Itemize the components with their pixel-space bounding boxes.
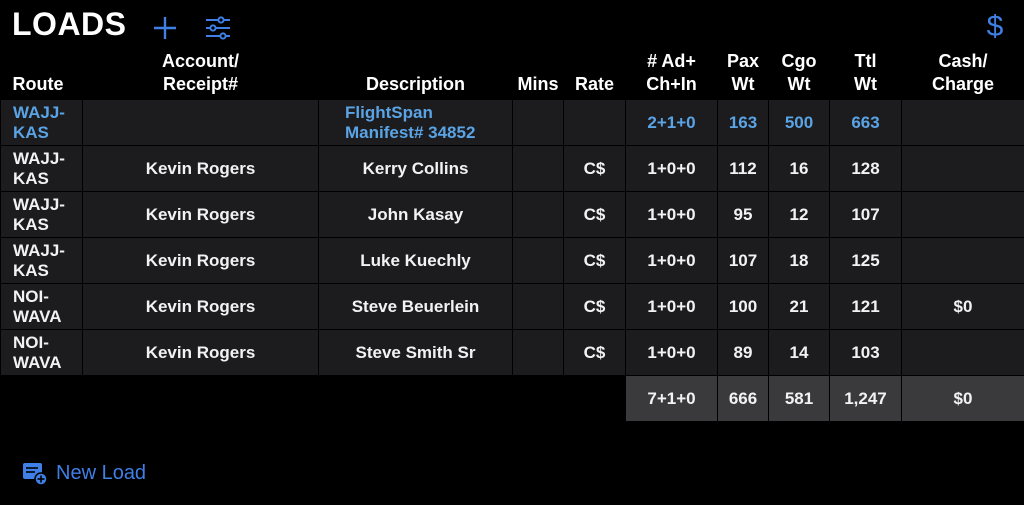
cell-description: Steve Beuerlein <box>318 283 513 330</box>
cell-rate: C$ <box>563 283 626 330</box>
table-row[interactable]: WAJJ- KAS FlightSpan Manifest# 34852 2+1+0 16… <box>0 99 1024 146</box>
cell-account: Kevin Rogers <box>82 329 319 376</box>
col-cgo-wt[interactable]: Cgo Wt <box>769 50 830 100</box>
cell-mins <box>512 237 564 284</box>
cell-count: 1+0+0 <box>625 145 718 192</box>
cell-rate: C$ <box>563 329 626 376</box>
cell-count: 1+0+0 <box>625 191 718 238</box>
cell-cash <box>901 329 1024 376</box>
plus-icon[interactable] <box>152 12 178 42</box>
cell-description: Steve Smith Sr <box>318 329 513 376</box>
cell-cash <box>901 237 1024 284</box>
cell-cash <box>901 191 1024 238</box>
cell-mins <box>512 283 564 330</box>
cell-ttl: 107 <box>829 191 902 238</box>
table-row[interactable]: WAJJ- KAS Kevin Rogers Kerry Collins C$ 1+0+0… <box>0 145 1024 192</box>
col-rate[interactable]: Rate <box>564 50 626 100</box>
cell-route: WAJJ- KAS <box>0 145 83 192</box>
cell-cgo: 18 <box>768 237 830 284</box>
cell-description: Luke Kuechly <box>318 237 513 284</box>
cell-rate: C$ <box>563 191 626 238</box>
cell-cgo: 500 <box>768 99 830 146</box>
cell-mins <box>512 329 564 376</box>
cell-route: NOI- WAVA <box>0 283 83 330</box>
col-mins[interactable]: Mins <box>513 50 564 100</box>
cell-cgo: 14 <box>768 329 830 376</box>
cell-pax: 163 <box>717 99 769 146</box>
new-load-button[interactable]: New Load <box>22 460 146 486</box>
cell-pax: 95 <box>717 191 769 238</box>
cell-route: WAJJ- KAS <box>0 99 83 146</box>
cell-pax: 107 <box>717 237 769 284</box>
cell-pax: 100 <box>717 283 769 330</box>
cell-mins <box>512 99 564 146</box>
cell-rate <box>563 99 626 146</box>
total-ttl-wt: 1,247 <box>829 375 902 422</box>
cell-count: 1+0+0 <box>625 329 718 376</box>
cell-description: Kerry Collins <box>318 145 513 192</box>
cell-description: FlightSpan Manifest# 34852 <box>318 99 513 146</box>
new-document-icon <box>23 463 48 486</box>
cell-account: Kevin Rogers <box>82 191 319 238</box>
col-route[interactable]: Route <box>1 50 83 100</box>
cell-rate: C$ <box>563 237 626 284</box>
cell-count: 1+0+0 <box>625 237 718 284</box>
cell-account: Kevin Rogers <box>82 145 319 192</box>
sliders-icon[interactable] <box>204 14 232 42</box>
totals-row: 7+1+0 666 581 1,247 $0 <box>0 375 1024 422</box>
cell-account: Kevin Rogers <box>82 283 319 330</box>
total-cgo-wt: 581 <box>768 375 830 422</box>
cell-account <box>82 99 319 146</box>
col-description[interactable]: Description <box>319 50 513 100</box>
cell-cgo: 21 <box>768 283 830 330</box>
col-count[interactable]: # Ad+ Ch+In <box>626 50 718 100</box>
page-title: LOADS <box>12 6 127 42</box>
new-load-label: New Load <box>56 461 147 484</box>
loads-table: Route Account/Receipt# Description Mins … <box>0 50 1024 422</box>
cell-route: NOI- WAVA <box>0 329 83 376</box>
cell-count: 2+1+0 <box>625 99 718 146</box>
cell-ttl: 121 <box>829 283 902 330</box>
total-pax-wt: 666 <box>717 375 769 422</box>
totals-spacer <box>0 375 626 422</box>
cell-cash <box>901 145 1024 192</box>
col-ttl-wt[interactable]: Ttl Wt <box>830 50 902 100</box>
total-count: 7+1+0 <box>625 375 718 422</box>
table-row[interactable]: NOI- WAVA Kevin Rogers Steve Beuerlein C$ 1+0… <box>0 283 1024 330</box>
cell-account: Kevin Rogers <box>82 237 319 284</box>
cell-pax: 112 <box>717 145 769 192</box>
table-row[interactable]: WAJJ- KAS Kevin Rogers John Kasay C$ 1+0+0 95 1… <box>0 191 1024 238</box>
cell-mins <box>512 145 564 192</box>
dollar-icon[interactable]: $ <box>984 10 1006 44</box>
cell-ttl: 663 <box>829 99 902 146</box>
cell-cgo: 16 <box>768 145 830 192</box>
table-row[interactable]: WAJJ- KAS Kevin Rogers Luke Kuechly C$ 1+0+0 1… <box>0 237 1024 284</box>
cell-ttl: 128 <box>829 145 902 192</box>
col-account[interactable]: Account/Receipt# <box>83 50 319 100</box>
cell-ttl: 125 <box>829 237 902 284</box>
cell-cash <box>901 99 1024 146</box>
total-cash: $0 <box>901 375 1024 422</box>
col-pax-wt[interactable]: Pax Wt <box>718 50 769 100</box>
cell-count: 1+0+0 <box>625 283 718 330</box>
table-header: Route Account/Receipt# Description Mins … <box>1 50 1024 100</box>
cell-pax: 89 <box>717 329 769 376</box>
cell-mins <box>512 191 564 238</box>
cell-cash: $0 <box>901 283 1024 330</box>
table-row[interactable]: NOI- WAVA Kevin Rogers Steve Smith Sr C$ 1+0+… <box>0 329 1024 376</box>
cell-route: WAJJ- KAS <box>0 237 83 284</box>
col-cash-charge[interactable]: Cash/Charge <box>902 50 1024 100</box>
cell-ttl: 103 <box>829 329 902 376</box>
cell-description: John Kasay <box>318 191 513 238</box>
cell-cgo: 12 <box>768 191 830 238</box>
cell-rate: C$ <box>563 145 626 192</box>
cell-route: WAJJ- KAS <box>0 191 83 238</box>
